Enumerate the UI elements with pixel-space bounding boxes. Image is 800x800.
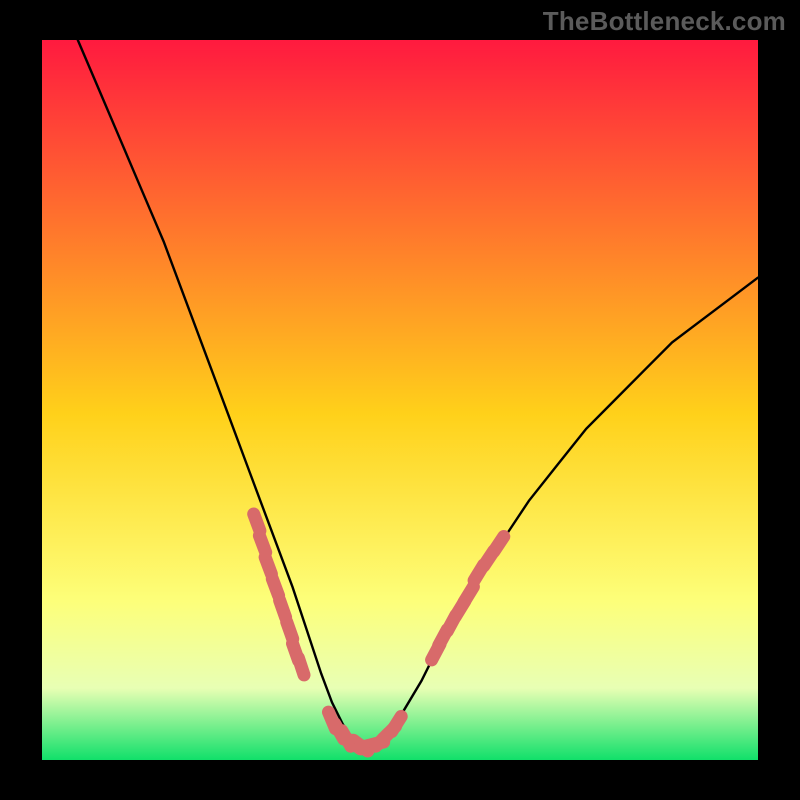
plot-background (42, 40, 758, 760)
curve-marker (494, 537, 504, 552)
chart-svg (0, 0, 800, 800)
curve-marker (464, 587, 473, 602)
curve-marker (280, 600, 286, 617)
curve-marker (265, 557, 271, 574)
curve-marker (272, 579, 278, 596)
curve-marker (287, 622, 293, 639)
curve-marker (254, 514, 260, 531)
chart-frame: { "watermark": "TheBottleneck.com", "col… (0, 0, 800, 800)
watermark-text: TheBottleneck.com (543, 6, 786, 37)
curve-marker (298, 658, 304, 675)
curve-marker (392, 716, 402, 731)
curve-marker (259, 536, 265, 553)
